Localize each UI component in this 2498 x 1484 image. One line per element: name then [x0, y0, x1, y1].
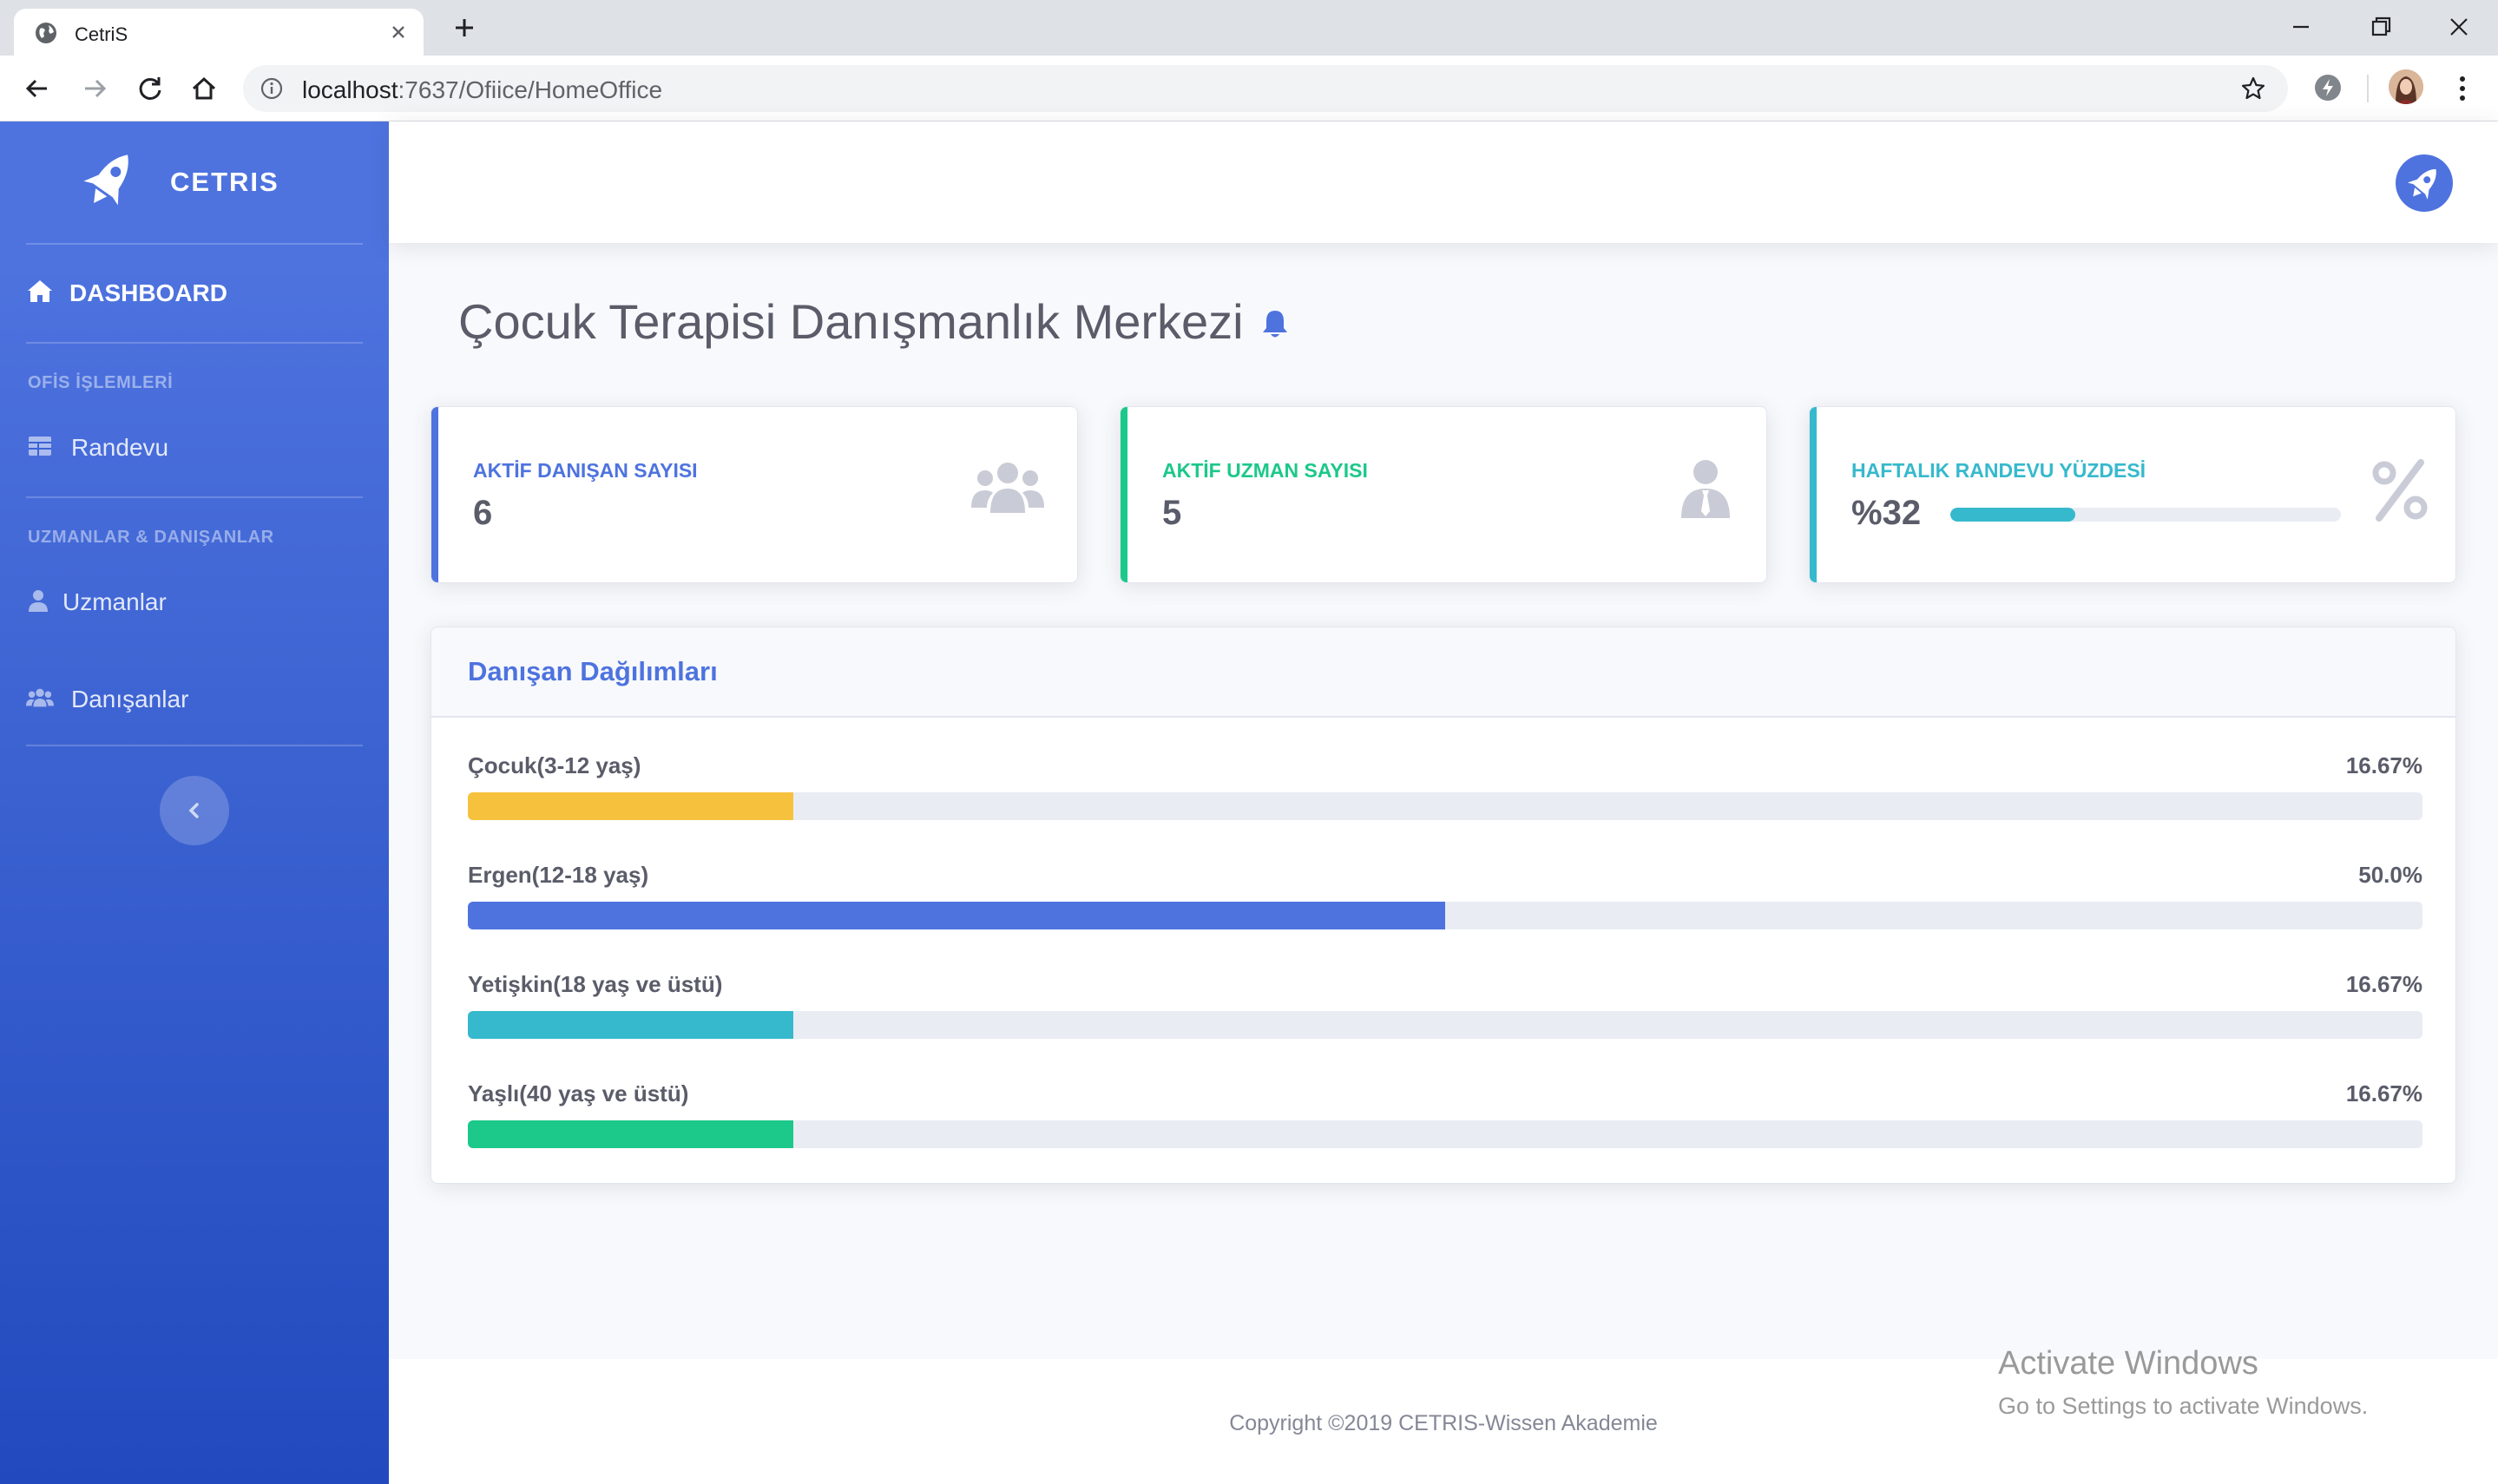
progress-fill	[468, 1011, 794, 1039]
sidebar-item-label: DASHBOARD	[69, 279, 227, 306]
stat-card-active-experts: AKTİF UZMAN SAYISI 5	[1120, 406, 1767, 583]
windows-activation-watermark: Activate Windows Go to Settings to activ…	[1998, 1345, 2368, 1420]
sidebar: CETRIS DASHBOARD OFİS İŞLEMLERİ Randevu …	[0, 121, 389, 1484]
sidebar-item-label: Randevu	[71, 434, 169, 461]
card-value: 5	[1162, 494, 1182, 532]
user-tie-icon	[1681, 460, 1730, 518]
stat-card-active-clients: AKTİF DANIŞAN SAYISI 6	[431, 406, 1078, 583]
sidebar-item-randevu[interactable]: Randevu	[26, 420, 373, 472]
card-label: AKTİF UZMAN SAYISI	[1162, 459, 1368, 482]
home-icon	[28, 280, 52, 302]
stat-card-weekly-appointments: HAFTALIK RANDEVU YÜZDESİ %32	[1809, 406, 2456, 583]
card-title: Danışan Dağılımları	[468, 656, 718, 686]
rocket-icon	[83, 154, 128, 206]
watermark-subtitle: Go to Settings to activate Windows.	[1998, 1393, 2369, 1419]
extension-bolt-icon[interactable]	[2312, 72, 2344, 103]
card-accent	[1810, 407, 1817, 582]
table-icon	[29, 437, 51, 456]
distribution-row-teen: Ergen(12-18 yaş) 50.0%	[468, 862, 2422, 949]
card-label: AKTİF DANIŞAN SAYISI	[473, 459, 698, 482]
row-value: 50.0%	[2358, 862, 2422, 888]
weekly-appointment-progress	[1950, 508, 2341, 522]
sidebar-heading-office: OFİS İŞLEMLERİ	[28, 373, 174, 392]
card-accent	[1121, 407, 1127, 582]
card-header: Danışan Dağılımları	[431, 627, 2455, 718]
sidebar-item-label: Uzmanlar	[62, 588, 167, 615]
user-icon	[29, 590, 48, 612]
sidebar-item-label: Danışanlar	[71, 686, 189, 712]
sidebar-item-dashboard[interactable]: DASHBOARD	[26, 266, 373, 318]
address-bar[interactable]: localhost:7637/Ofiice/HomeOffice	[243, 65, 2288, 112]
restore-icon[interactable]	[2366, 12, 2396, 42]
url-path: :7637/Ofiice/HomeOffice	[398, 76, 663, 103]
toolbar-separator	[2367, 75, 2369, 102]
progress-bar	[468, 902, 2422, 929]
users-icon	[971, 463, 1044, 513]
row-value: 16.67%	[2345, 752, 2422, 778]
card-label: HAFTALIK RANDEVU YÜZDESİ	[1851, 459, 2146, 482]
row-label: Yaşlı(40 yaş ve üstü)	[468, 1080, 689, 1106]
distribution-row-child: Çocuk(3-12 yaş) 16.67%	[468, 752, 2422, 839]
sidebar-divider	[26, 243, 363, 245]
url-host: localhost	[302, 76, 398, 103]
sidebar-brand[interactable]: CETRIS	[0, 121, 389, 243]
globe-icon	[36, 23, 56, 43]
page-title: Çocuk Terapisi Danışmanlık Merkezi	[458, 294, 1244, 349]
chevron-left-icon	[188, 803, 199, 818]
card-accent	[431, 407, 438, 582]
close-icon[interactable]	[387, 21, 410, 43]
progress-bar	[468, 792, 2422, 820]
card-value: 6	[473, 494, 493, 532]
tab-title: CetriS	[75, 23, 128, 45]
sidebar-heading-experts: UZMANLAR & DANIŞANLAR	[28, 528, 274, 547]
row-value: 16.67%	[2345, 1080, 2422, 1106]
info-icon[interactable]	[260, 77, 283, 100]
watermark-title: Activate Windows	[1998, 1345, 2258, 1382]
profile-picture-icon	[2389, 69, 2423, 104]
sidebar-divider	[26, 342, 363, 344]
row-label: Ergen(12-18 yaş)	[468, 862, 649, 888]
sidebar-item-uzmanlar[interactable]: Uzmanlar	[26, 575, 373, 627]
progress-fill	[468, 792, 794, 820]
percent-icon	[2372, 459, 2428, 522]
row-label: Çocuk(3-12 yaş)	[468, 752, 641, 778]
progress-bar	[468, 1011, 2422, 1039]
url-text[interactable]: localhost:7637/Ofiice/HomeOffice	[302, 76, 662, 104]
user-avatar[interactable]	[2396, 154, 2453, 212]
profile-avatar[interactable]	[2389, 69, 2423, 104]
minimize-icon[interactable]	[2286, 12, 2316, 42]
progress-fill	[468, 902, 1445, 929]
row-label: Yetişkin(18 yaş ve üstü)	[468, 971, 723, 997]
progress-fill	[468, 1120, 794, 1148]
sidebar-divider	[26, 496, 363, 498]
sidebar-item-danisanlar[interactable]: Danışanlar	[26, 672, 373, 724]
topbar	[389, 121, 2498, 243]
progress-fill	[1950, 508, 2075, 522]
close-window-icon[interactable]	[2444, 12, 2474, 42]
sidebar-toggle-button[interactable]	[160, 776, 229, 845]
rocket-icon	[2407, 168, 2436, 200]
card-value: %32	[1851, 494, 1922, 532]
back-arrow-icon[interactable]	[21, 72, 54, 105]
bell-icon[interactable]	[1260, 307, 1290, 340]
reload-icon[interactable]	[134, 72, 167, 105]
progress-bar	[468, 1120, 2422, 1148]
brand-name: CETRIS	[170, 167, 279, 197]
more-options-icon[interactable]	[2449, 71, 2475, 106]
bookmark-star-icon[interactable]	[2239, 75, 2267, 102]
distribution-row-adult: Yetişkin(18 yaş ve üstü) 16.67%	[468, 971, 2422, 1058]
sidebar-divider	[26, 745, 363, 746]
browser-tabstrip: CetriS	[0, 0, 2498, 56]
browser-toolbar: localhost:7637/Ofiice/HomeOffice	[0, 56, 2498, 121]
client-distribution-card: Danışan Dağılımları Çocuk(3-12 yaş) 16.6…	[431, 627, 2456, 1184]
row-value: 16.67%	[2345, 971, 2422, 997]
new-tab-icon[interactable]	[451, 15, 477, 41]
distribution-row-elderly: Yaşlı(40 yaş ve üstü) 16.67%	[468, 1080, 2422, 1167]
forward-arrow-icon[interactable]	[78, 72, 111, 105]
home-icon[interactable]	[187, 72, 220, 105]
users-icon	[26, 688, 54, 707]
browser-tab[interactable]: CetriS	[14, 9, 424, 56]
